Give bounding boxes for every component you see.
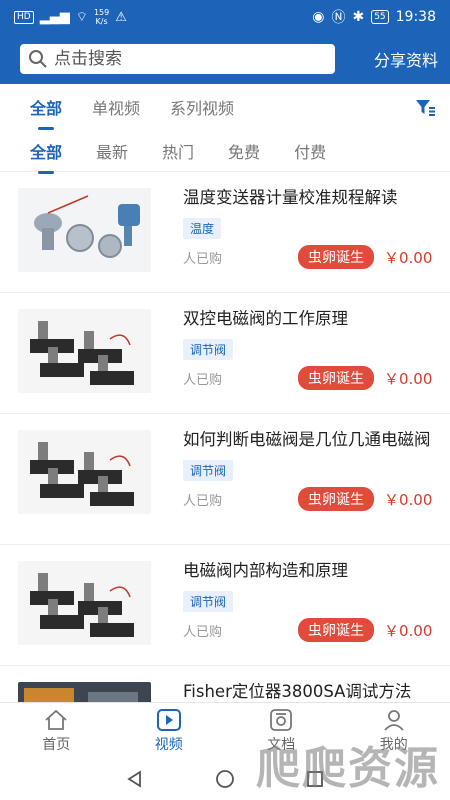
status-badge: 虫卵诞生 — [298, 366, 374, 390]
tab-series-video[interactable]: 系列视频 — [170, 95, 234, 119]
video-thumbnail — [18, 430, 151, 514]
video-list: 温度变送器计量校准规程解读 温度 人已购 虫卵诞生 ￥0.00 双控电磁阀的工作… — [0, 172, 450, 702]
category-tag: 调节阀 — [183, 591, 234, 612]
tab-free[interactable]: 免费 — [228, 139, 260, 163]
list-item[interactable]: 电磁阀内部构造和原理 调节阀 人已购 虫卵诞生 ￥0.00 — [0, 545, 450, 666]
document-icon — [270, 708, 293, 731]
secondary-tabs: 全部 最新 热门 免费 付费 — [0, 130, 450, 172]
share-materials-button[interactable]: 分享资料 — [374, 47, 438, 71]
nav-home-label: 首页 — [42, 736, 71, 753]
filter-icon[interactable] — [414, 96, 436, 118]
battery-indicator: 55 — [371, 10, 389, 24]
video-thumbnail — [18, 188, 151, 272]
nfc-icon: Ⓝ — [331, 10, 346, 26]
list-item[interactable]: Fisher定位器3800SA调试方法 — [0, 666, 450, 702]
category-tag: 调节阀 — [183, 339, 234, 360]
video-title: 电磁阀内部构造和原理 — [183, 561, 348, 580]
video-thumbnail — [18, 561, 151, 645]
clock: 19:38 — [395, 9, 436, 25]
status-bar: HD ▂▄▆ ⌔ 159 K/s ⚠ ◉ Ⓝ ✱ 55 19:38 — [0, 0, 450, 34]
back-icon[interactable] — [125, 769, 145, 789]
category-tag: 调节阀 — [183, 460, 234, 481]
video-thumbnail — [18, 309, 151, 393]
home-icon — [45, 709, 67, 730]
tab-all[interactable]: 全部 — [30, 95, 62, 119]
app-screen: HD ▂▄▆ ⌔ 159 K/s ⚠ ◉ Ⓝ ✱ 55 19:38 分享资料 — [0, 0, 450, 800]
status-badge: 虫卵诞生 — [298, 618, 374, 642]
list-item[interactable]: 温度变送器计量校准规程解读 温度 人已购 虫卵诞生 ￥0.00 — [0, 172, 450, 293]
search-box[interactable] — [20, 44, 335, 74]
purchase-count: 人已购 — [183, 372, 223, 388]
eye-icon: ◉ — [312, 9, 325, 25]
speed-value: 159 — [93, 8, 110, 17]
hd-indicator: HD — [14, 10, 34, 24]
speed-unit: K/s — [95, 17, 108, 26]
tab-latest[interactable]: 最新 — [96, 139, 128, 163]
video-thumbnail — [18, 682, 151, 702]
nav-video[interactable]: 视频 — [113, 703, 226, 758]
video-title: 如何判断电磁阀是几位几通电磁阀 — [183, 430, 431, 449]
signal-icon: ▂▄▆ — [39, 9, 70, 25]
bluetooth-icon: ✱ — [352, 9, 365, 25]
nav-video-label: 视频 — [154, 736, 183, 753]
tab-single-video[interactable]: 单视频 — [92, 95, 140, 119]
purchase-count: 人已购 — [183, 493, 223, 509]
status-badge: 虫卵诞生 — [298, 487, 374, 511]
price: ￥0.00 — [384, 490, 433, 509]
price: ￥0.00 — [384, 248, 433, 267]
tab-filter-all[interactable]: 全部 — [30, 139, 62, 163]
list-item[interactable]: 双控电磁阀的工作原理 调节阀 人已购 虫卵诞生 ￥0.00 — [0, 293, 450, 414]
tab-hot[interactable]: 热门 — [162, 139, 194, 163]
primary-tabs: 全部 单视频 系列视频 — [0, 84, 450, 130]
video-title: 双控电磁阀的工作原理 — [183, 309, 348, 328]
nav-home[interactable]: 首页 — [0, 703, 113, 758]
price: ￥0.00 — [384, 369, 433, 388]
video-title: 温度变送器计量校准规程解读 — [183, 188, 398, 207]
purchase-count: 人已购 — [183, 251, 223, 267]
video-title: Fisher定位器3800SA调试方法 — [183, 682, 412, 701]
category-tag: 温度 — [183, 218, 222, 239]
top-header: 分享资料 — [0, 34, 450, 84]
user-icon — [384, 709, 404, 731]
price: ￥0.00 — [384, 621, 433, 640]
purchase-count: 人已购 — [183, 624, 223, 640]
wifi-icon: ⌔ — [75, 10, 88, 25]
tab-paid[interactable]: 付费 — [294, 139, 326, 163]
warning-icon: ⚠ — [115, 9, 127, 25]
network-speed: 159 K/s — [94, 8, 109, 26]
video-icon — [156, 708, 181, 731]
search-icon — [29, 50, 47, 68]
search-input[interactable] — [54, 49, 324, 69]
list-item[interactable]: 如何判断电磁阀是几位几通电磁阀 调节阀 人已购 虫卵诞生 ￥0.00 — [0, 414, 450, 545]
home-circle-icon[interactable] — [214, 768, 236, 790]
watermark: 爬爬资源 — [256, 743, 440, 794]
status-badge: 虫卵诞生 — [298, 245, 374, 269]
